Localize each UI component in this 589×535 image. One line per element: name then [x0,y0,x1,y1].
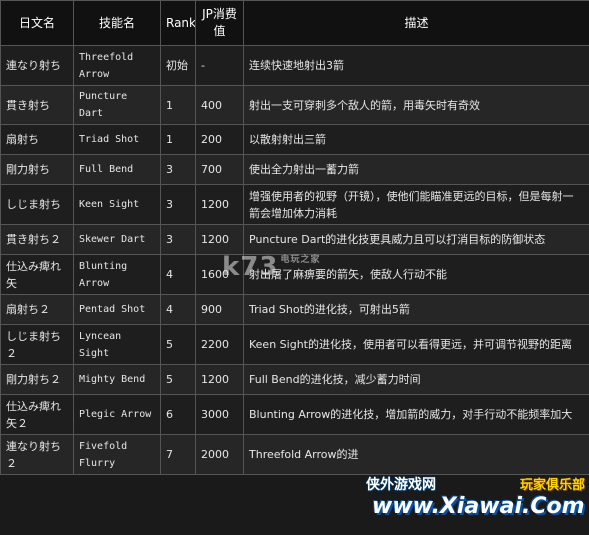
skill-name-cell: Fivefold Flurry [73,434,161,475]
description-cell: 射出一支可穿刺多个敌人的箭，用毒矢时有奇效 [243,85,589,125]
skill-name-cell: Skewer Dart [73,224,161,255]
description-cell: Puncture Dart的进化技更具威力且可以打消目标的防御状态 [243,224,589,255]
jp-cost-cell: 1200 [195,184,244,225]
jp-name-cell: 扇射ち [0,124,74,155]
jp-name-cell: 剛力射ち [0,154,74,185]
jp-name-cell: 連なり射ち [0,45,74,86]
table-row: 貫き射ち Puncture Dart 1 400 射出一支可穿刺多个敌人的箭，用毒矢时有… [0,85,589,125]
jp-cost-cell: 700 [195,154,244,185]
jp-cost-cell: 1200 [195,364,244,395]
table-row: 連なり射ち Threefold Arrow 初始 - 连续快速地射出3箭 [0,45,589,86]
xiawai-watermark-left: 侠外游戏网 [366,477,436,493]
jp-name-cell: 貫き射ち [0,85,74,125]
skill-name-cell: Full Bend [73,154,161,185]
jp-name-cell: しじま射ち２ [0,324,74,365]
table-row: しじま射ち Keen Sight 3 1200 增强使用者的视野（开镜），使他们能瞄准更… [0,184,589,225]
jp-cost-cell: 1200 [195,224,244,255]
description-cell: 增强使用者的视野（开镜），使他们能瞄准更远的目标，但是每射一箭会增加体力消耗 [243,184,589,225]
description-cell: Threefold Arrow的进 [243,434,589,475]
jp-cost-cell: 2000 [195,434,244,475]
header-jp-cost: JP消费值 [195,0,244,46]
description-cell: 以散射射出三箭 [243,124,589,155]
jp-cost-cell: 1600 [195,254,244,295]
skill-name-cell: Lyncean Sight [73,324,161,365]
jp-cost-cell: - [195,45,244,86]
skill-name-cell: Threefold Arrow [73,45,161,86]
table-row: 剛力射ち２ Mighty Bend 5 1200 Full Bend的进化技，减少蓄力时… [0,364,589,395]
description-cell: Blunting Arrow的进化技，增加箭的威力，对手行动不能频率加大 [243,394,589,435]
xiawai-watermark-right: 玩家俱乐部 [519,478,585,493]
table-row: しじま射ち２ Lyncean Sight 5 2200 Keen Sight的进化技，使… [0,324,589,365]
rank-cell: 3 [160,184,196,225]
skill-name-cell: Blunting Arrow [73,254,161,295]
jp-name-cell: しじま射ち [0,184,74,225]
jp-cost-cell: 3000 [195,394,244,435]
jp-name-cell: 扇射ち２ [0,294,74,325]
table-row: 扇射ち２ Pentad Shot 4 900 Triad Shot的进化技，可射出5箭 [0,294,589,325]
table-row: 仕込み痺れ矢２ Plegic Arrow 6 3000 Blunting Arrow的进… [0,394,589,435]
jp-cost-cell: 400 [195,85,244,125]
jp-name-cell: 連なり射ち２ [0,434,74,475]
rank-cell: 1 [160,124,196,155]
header-rank: Rank [160,0,196,46]
table-header-row: 日文名 技能名 Rank JP消费值 描述 [0,0,589,46]
description-cell: 射出屠了麻痹要的箭矢，使敌人行动不能 [243,254,589,295]
description-cell: 使出全力射出一蓄力箭 [243,154,589,185]
description-cell: 连续快速地射出3箭 [243,45,589,86]
jp-cost-cell: 900 [195,294,244,325]
rank-cell: 3 [160,154,196,185]
skill-name-cell: Pentad Shot [73,294,161,325]
rank-cell: 5 [160,324,196,365]
description-cell: Keen Sight的进化技，使用者可以看得更远，并可调节视野的距离 [243,324,589,365]
table-row: 仕込み痺れ矢 Blunting Arrow 4 1600 射出屠了麻痹要的箭矢，使敌人行… [0,254,589,295]
rank-cell: 7 [160,434,196,475]
xiawai-watermark-url: www.Xiawai.Com [372,494,585,519]
header-jp-name: 日文名 [0,0,74,46]
description-cell: Triad Shot的进化技，可射出5箭 [243,294,589,325]
jp-name-cell: 貫き射ち２ [0,224,74,255]
rank-cell: 初始 [160,45,196,86]
rank-cell: 3 [160,224,196,255]
skill-name-cell: Mighty Bend [73,364,161,395]
table-row: 扇射ち Triad Shot 1 200 以散射射出三箭 [0,124,589,155]
rank-cell: 4 [160,294,196,325]
header-description: 描述 [243,0,589,46]
description-cell: Full Bend的进化技，减少蓄力时间 [243,364,589,395]
table-row: 貫き射ち２ Skewer Dart 3 1200 Puncture Dart的进化技更具… [0,224,589,255]
table-row: 剛力射ち Full Bend 3 700 使出全力射出一蓄力箭 [0,154,589,185]
jp-cost-cell: 2200 [195,324,244,365]
jp-name-cell: 仕込み痺れ矢２ [0,394,74,435]
skill-name-cell: Plegic Arrow [73,394,161,435]
rank-cell: 1 [160,85,196,125]
rank-cell: 4 [160,254,196,295]
jp-cost-cell: 200 [195,124,244,155]
rank-cell: 5 [160,364,196,395]
header-skill-name: 技能名 [73,0,161,46]
skill-name-cell: Puncture Dart [73,85,161,125]
jp-name-cell: 仕込み痺れ矢 [0,254,74,295]
jp-name-cell: 剛力射ち２ [0,364,74,395]
skills-table: 日文名 技能名 Rank JP消费值 描述 連なり射ち Threefold Arr… [0,0,589,475]
table-row: 連なり射ち２ Fivefold Flurry 7 2000 Threefold Arro… [0,434,589,475]
skill-name-cell: Keen Sight [73,184,161,225]
skill-name-cell: Triad Shot [73,124,161,155]
xiawai-watermark: 侠外游戏网 玩家俱乐部 www.Xiawai.Com [362,472,587,532]
rank-cell: 6 [160,394,196,435]
